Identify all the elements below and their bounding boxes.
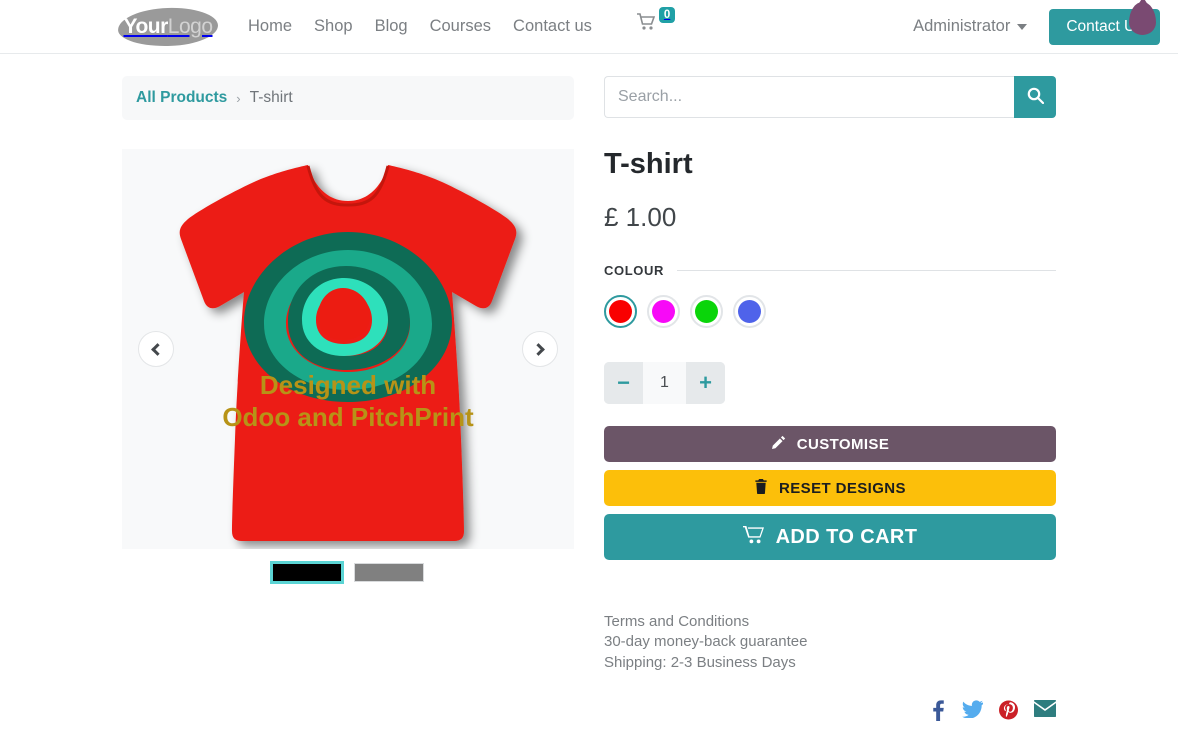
thumbnail-strip [122,561,574,584]
nav-item-blog[interactable]: Blog [375,17,408,36]
quantity-input[interactable] [643,362,686,404]
search-input[interactable] [604,76,1014,118]
page-body: All Products › T-shirt Designed with Odo… [0,54,1178,726]
quantity-stepper: − + [604,362,725,404]
envelope-icon [1034,700,1056,721]
cart-icon [742,525,765,550]
chevron-left-icon [151,342,164,356]
site-logo[interactable]: YourLogo [117,5,219,48]
add-to-cart-button[interactable]: ADD TO CART [604,514,1056,560]
terms-line-1: Terms and Conditions [604,613,750,630]
colour-swatches [604,295,1056,328]
product-details-column: T-shirt £ 1.00 COLOUR − + [604,76,1056,726]
thumbnail-black[interactable] [270,561,344,584]
terms-block: Terms and Conditions 30-day money-back g… [604,612,1056,672]
teardrop-icon [1129,2,1156,35]
product-image-carousel: Designed with Odoo and PitchPrint [122,149,574,549]
swatch-fill-red [609,300,632,323]
cart-link[interactable]: 0 [636,6,676,36]
pinterest-icon [999,700,1018,724]
reset-designs-button[interactable]: RESET DESIGNS [604,470,1056,506]
nav-item-shop[interactable]: Shop [314,17,353,36]
product-media-column: All Products › T-shirt Designed with Odo… [122,76,574,726]
terms-line-2: 30-day money-back guarantee [604,633,808,651]
add-to-cart-button-label: ADD TO CART [775,525,918,548]
share-pinterest-link[interactable] [999,700,1018,726]
customise-button[interactable]: CUSTOMISE [604,426,1056,462]
chevron-right-icon [532,342,545,356]
nav-item-home[interactable]: Home [248,17,292,36]
logo-text: YourLogo [124,15,213,39]
share-twitter-link[interactable] [962,700,984,726]
share-facebook-link[interactable] [931,700,946,726]
page-title: T-shirt [604,148,693,180]
thumbnail-grey[interactable] [354,563,424,582]
trash-icon [754,478,768,498]
swatch-fill-green [695,300,718,323]
svg-text:Designed with: Designed with [260,370,436,400]
customise-button-label: CUSTOMISE [796,435,890,453]
svg-text:Odoo and PitchPrint: Odoo and PitchPrint [222,402,474,432]
carousel-prev-button[interactable] [138,331,174,367]
twitter-icon [962,700,984,722]
quantity-decrease-button[interactable]: − [604,362,643,404]
pencil-icon [771,435,786,454]
quantity-increase-button[interactable]: + [686,362,725,404]
product-price: £ 1.00 [604,202,677,232]
colour-swatch-green[interactable] [690,295,723,328]
primary-nav: Home Shop Blog Courses Contact us 0 [248,6,676,39]
colour-swatch-red[interactable] [604,295,637,328]
search-button[interactable] [1014,76,1056,118]
carousel-next-button[interactable] [522,331,558,367]
facebook-icon [931,700,946,725]
top-navbar: YourLogo Home Shop Blog Courses Contact … [0,0,1178,54]
terms-line-3: Shipping: 2-3 Business Days [604,653,796,671]
logo-bold-part: Your [123,14,169,38]
breadcrumb-separator-icon: › [236,90,241,106]
nav-item-courses[interactable]: Courses [430,17,491,36]
swatch-fill-magenta [652,300,675,323]
swatch-fill-blue [738,300,761,323]
breadcrumb-current: T-shirt [249,89,293,106]
nav-right-group: Administrator Contact Us [913,8,1160,45]
nav-item-contact-us[interactable]: Contact us [513,17,592,36]
divider [676,270,1056,271]
social-share-links [604,700,1056,726]
breadcrumb-all-products[interactable]: All Products [136,89,227,107]
logo-light-part: Logo [167,14,213,38]
share-email-link[interactable] [1034,700,1056,726]
chevron-down-icon [1017,23,1028,30]
product-image: Designed with Odoo and PitchPrint [158,149,538,549]
reset-designs-button-label: RESET DESIGNS [779,479,906,497]
colour-swatch-magenta[interactable] [647,295,680,328]
search-icon [1027,87,1044,107]
user-menu-label: Administrator [913,17,1011,35]
cart-count-badge: 0 [658,6,676,24]
colour-section-label: COLOUR [604,263,1056,278]
search-bar [604,76,1056,118]
colour-label-text: COLOUR [604,263,664,278]
colour-swatch-blue[interactable] [733,295,766,328]
shopping-cart-icon [636,12,657,36]
user-menu-administrator[interactable]: Administrator [913,17,1028,36]
breadcrumb: All Products › T-shirt [122,76,574,120]
